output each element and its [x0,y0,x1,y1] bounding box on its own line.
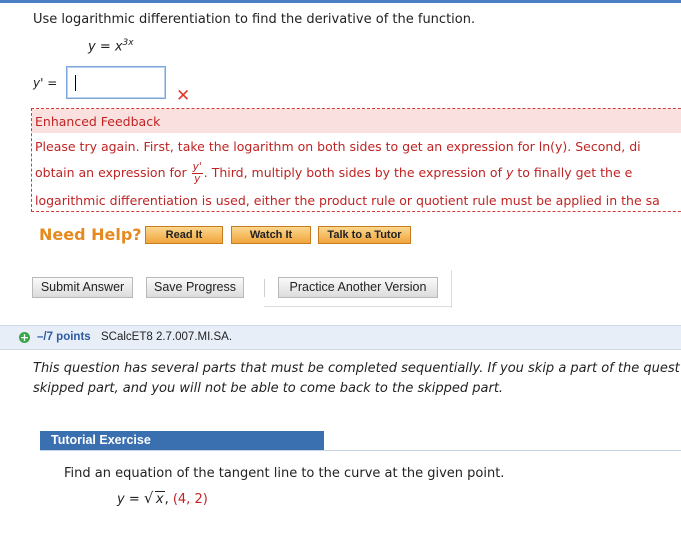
given-point: (4, 2) [172,492,208,507]
feedback-line-2: obtain an expression for y' y. Third, mul… [35,162,632,185]
instruction-line-1: This question has several parts that mus… [33,361,680,376]
enhanced-feedback-panel: Enhanced Feedback Please try again. Firs… [31,108,681,212]
answer-input[interactable] [66,66,166,99]
submit-answer-button[interactable]: Submit Answer [32,277,133,298]
action-separator-vertical [451,270,452,308]
fraction-denominator: y [194,173,201,185]
equation-exponent: 3x [122,38,134,48]
text-caret [75,75,76,91]
save-progress-button[interactable]: Save Progress [146,277,244,298]
equation-base: y = x [88,39,123,55]
function-equation: y = x3x [88,38,134,54]
feedback-line-2-b: . Third, multiply both sides by the expr… [203,165,506,180]
read-it-button[interactable]: Read It [145,226,223,244]
feedback-line-3: logarithmic differentiation is used, eit… [35,193,660,208]
tutorial-divider [40,450,681,451]
plus-circle-icon[interactable]: + [19,332,30,343]
feedback-line-1: Please try again. First, take the logari… [35,139,641,154]
practice-another-version-button[interactable]: Practice Another Version [278,277,438,298]
feedback-line-2-c: to finally get the e [513,165,633,180]
question-header-band: + –/7 points SCalcET8 2.7.007.MI.SA. [0,325,681,350]
answer-label: y' = [33,76,58,90]
question-code: SCalcET8 2.7.007.MI.SA. [101,331,233,343]
incorrect-x-icon: ✕ [176,86,191,106]
fraction-yprime-over-y: y' y [191,162,203,185]
sqrt-expression: √ x [143,489,165,507]
button-divider [264,279,265,297]
radicand: x [154,491,165,507]
feedback-header: Enhanced Feedback [32,109,681,133]
tutorial-exercise-header: Tutorial Exercise [40,431,324,450]
tangent-equation: y = √ x, (4, 2) [117,489,208,507]
action-separator-horizontal [264,306,451,307]
tutorial-title: Tutorial Exercise [51,433,151,447]
talk-to-tutor-button[interactable]: Talk to a Tutor [318,226,411,244]
question-prompt: Use logarithmic differentiation to find … [33,12,476,27]
feedback-line-2-a: obtain an expression for [35,165,191,180]
points-label: –/7 points [37,331,91,343]
instruction-line-2: skipped part, and you will not be able t… [33,381,504,396]
watch-it-button[interactable]: Watch It [231,226,311,244]
eq-separator: , [164,492,169,507]
top-border [0,0,681,3]
tutorial-task: Find an equation of the tangent line to … [64,466,505,481]
eq-lhs: y = [117,492,144,507]
feedback-title: Enhanced Feedback [35,114,161,129]
need-help-label: Need Help? [39,225,142,244]
